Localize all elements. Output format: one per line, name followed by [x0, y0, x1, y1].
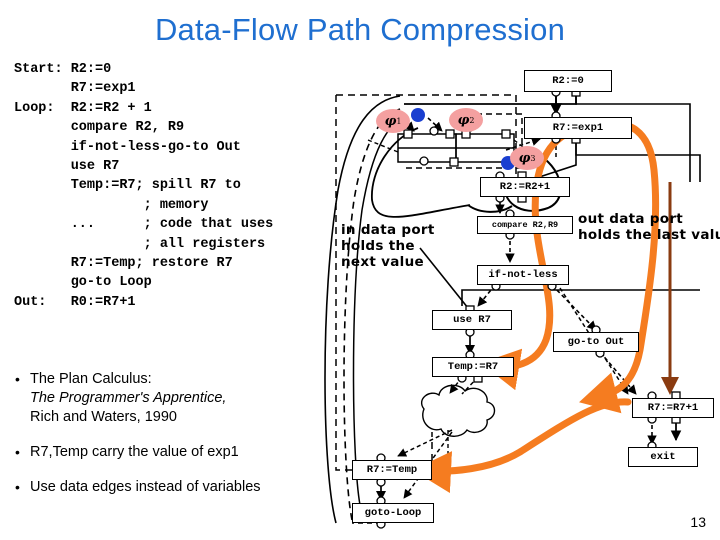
diagram-node-temp_r7[interactable]: Temp:=R7: [432, 357, 514, 377]
rail-to-user7: [461, 289, 700, 306]
edge-ifnotless-to-gotoout: [551, 284, 597, 331]
backedge-curve-dashed: [343, 107, 405, 521]
rail-r2_0-left: [404, 92, 577, 105]
phi-node-subscript: 2: [469, 115, 475, 125]
diagram-node-use_r7[interactable]: use R7: [432, 310, 512, 330]
phi-node-subscript: 1: [396, 116, 402, 126]
diagram-node-exit[interactable]: exit: [628, 447, 698, 467]
callout-line: out data port: [578, 211, 684, 227]
diagram-node-ifnotless[interactable]: if-not-less: [477, 265, 569, 285]
cloud-node: [421, 384, 496, 437]
diagram-node-r2_r2p1[interactable]: R2:=R2+1: [480, 177, 570, 197]
dashed-region-outer: [335, 95, 433, 471]
callout-line: holds the last value: [578, 227, 720, 243]
phi-node-phi1[interactable]: φ1: [376, 109, 410, 133]
callout-line: next value: [341, 254, 424, 270]
callout-line: in data port: [341, 222, 435, 238]
phi-node-label: φ: [518, 150, 531, 166]
edge-cloud-to-r7temp: [397, 429, 453, 457]
diagram-node-r7_exp1[interactable]: R7:=exp1: [524, 117, 632, 139]
diagram-node-goto_out[interactable]: go-to Out: [553, 332, 639, 352]
loop-curve-r2-bottom: [467, 204, 513, 213]
callout-in-data-port: in data port holds the next value: [341, 222, 435, 270]
phi-node-subscript: 3: [530, 153, 536, 163]
orange-path-right: [579, 119, 660, 414]
phi-node-phi3[interactable]: φ3: [510, 146, 544, 170]
callout-line: holds the: [341, 238, 415, 254]
slide-canvas: Data-Flow Path Compression Start: R2:=0 …: [0, 0, 720, 540]
rail-r7exp1-right: [575, 139, 701, 182]
diagram-node-r7_temp[interactable]: R7:=Temp: [352, 460, 432, 480]
phi-node-phi2[interactable]: φ2: [449, 108, 483, 132]
diagram-node-r2_0[interactable]: R2:=0: [524, 70, 612, 92]
diagram-node-goto_loop[interactable]: goto-Loop: [352, 503, 434, 523]
callout-out-data-port: out data port holds the last value: [578, 211, 720, 243]
backedge-curve-inner: [352, 117, 407, 506]
blue-dot-1: [411, 108, 425, 122]
orange-path-bottom: [412, 398, 632, 494]
diagram-node-r7_r7p1[interactable]: R7:=R7+1: [632, 398, 714, 418]
phi-node-label: φ: [457, 112, 470, 128]
phi-node-label: φ: [384, 113, 397, 129]
data-flow-diagram: [324, 87, 701, 529]
diagram-node-compare[interactable]: compare R2,R9: [477, 216, 573, 234]
